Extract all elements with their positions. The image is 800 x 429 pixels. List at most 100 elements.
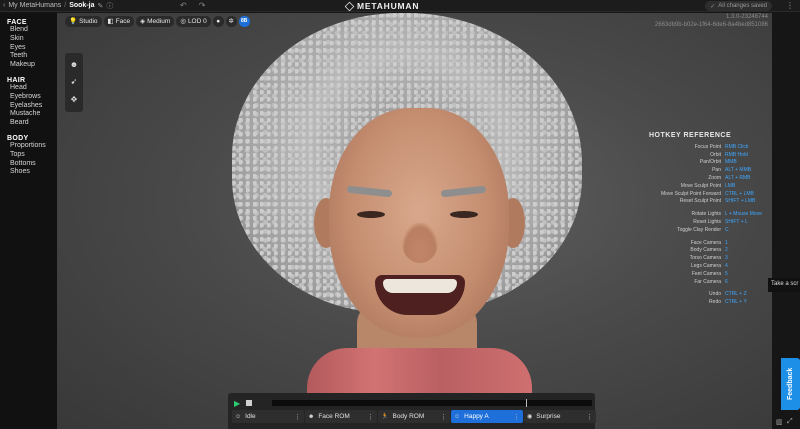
screenshot-tooltip: Take a scr bbox=[768, 278, 800, 292]
sidebar-item-shoes[interactable]: Shoes bbox=[7, 168, 57, 177]
hotkey-binding: RMB Hold bbox=[725, 151, 748, 158]
back-chevron-icon[interactable]: ‹ bbox=[3, 2, 5, 9]
lightbulb-icon: 💡 bbox=[69, 18, 78, 25]
hotkey-binding: 1 bbox=[725, 239, 728, 246]
timeline-track[interactable] bbox=[272, 399, 592, 407]
animation-tab-2[interactable]: 🏃 Body ROM ⋮ bbox=[378, 410, 450, 423]
more-options-icon[interactable]: ⋮ bbox=[513, 413, 520, 421]
hotkey-row: Legs Camera 4 bbox=[644, 263, 769, 271]
dna-toggle[interactable]: ✲ bbox=[225, 15, 237, 27]
studio-lighting-button[interactable]: 💡 Studio bbox=[65, 15, 102, 27]
dna-icon: ✲ bbox=[228, 18, 234, 25]
animation-label: Idle bbox=[245, 413, 256, 420]
hotkey-row: Reset Lights SHIFT + L bbox=[644, 219, 769, 227]
expand-icon[interactable]: ⤢ bbox=[787, 418, 793, 426]
quality-medium-button[interactable]: ◈ Medium bbox=[136, 15, 175, 27]
menu-icon[interactable]: ⋮ bbox=[786, 0, 794, 12]
hotkey-row: Pan/Orbit MMB bbox=[644, 159, 769, 167]
head-select-icon[interactable]: ☻ bbox=[70, 60, 78, 70]
undo-icon[interactable]: ↶ bbox=[180, 0, 187, 12]
happy-icon: ☺ bbox=[454, 413, 461, 420]
sidebar-item-blend[interactable]: Blend bbox=[7, 26, 57, 35]
hotkey-action: Focus Point bbox=[694, 143, 721, 150]
more-options-icon[interactable]: ⋮ bbox=[294, 413, 301, 421]
more-options-icon[interactable]: ⋮ bbox=[586, 413, 593, 421]
animation-tab-1[interactable]: ☻ Face ROM ⋮ bbox=[305, 410, 377, 423]
hotkey-action: Legs Camera bbox=[690, 262, 721, 269]
play-icon[interactable]: ▶ bbox=[234, 399, 246, 408]
hotkey-binding: CTRL + LMB bbox=[725, 190, 754, 197]
hotkey-row: Reset Sculpt Point SHIFT + LMB bbox=[644, 198, 769, 206]
hotkey-action: Undo bbox=[709, 291, 721, 298]
hotkey-binding: C bbox=[725, 226, 729, 233]
hotkey-row: Toggle Clay Render C bbox=[644, 227, 769, 235]
animation-tab-3[interactable]: ☺ Happy A ⋮ bbox=[451, 410, 523, 423]
hotkey-binding: SHIFT + L bbox=[725, 218, 748, 225]
sidebar-item-teeth[interactable]: Teeth bbox=[7, 52, 57, 61]
hotkey-binding: 6 bbox=[725, 278, 728, 285]
app-logo-text: METAHUMAN bbox=[357, 1, 420, 11]
hotkey-binding: ALT + RMB bbox=[725, 174, 751, 181]
animation-tab-0[interactable]: ☺ Idle ⋮ bbox=[232, 410, 304, 423]
lod-label: LOD 0 bbox=[187, 17, 207, 25]
playhead[interactable] bbox=[526, 399, 527, 407]
hotkey-row: Zoom ALT + RMB bbox=[644, 175, 769, 183]
clay-render-toggle[interactable]: ● bbox=[212, 15, 224, 27]
version-number: 1.3.0-23248744 bbox=[725, 14, 768, 20]
hotkey-row: Feet Camera 5 bbox=[644, 271, 769, 279]
stop-icon[interactable] bbox=[246, 400, 252, 406]
hotkey-action: Zoom bbox=[708, 174, 721, 181]
sidebar-item-skin[interactable]: Skin bbox=[7, 35, 57, 44]
quality-label: Medium bbox=[147, 17, 171, 25]
hotkey-action: Move Sculpt Point Forward bbox=[660, 190, 721, 197]
sidebar-item-makeup[interactable]: Makeup bbox=[7, 61, 57, 70]
sidebar-item-eyelashes[interactable]: Eyelashes bbox=[7, 102, 57, 111]
bar-chart-icon[interactable]: ▥ bbox=[776, 418, 783, 426]
hotkey-binding: 4 bbox=[725, 262, 728, 269]
person-icon: ☺ bbox=[235, 413, 242, 420]
feedback-button[interactable]: Feedback bbox=[781, 358, 800, 410]
version-info: 1.3.0-23248744 2663db9b-b02e-1f64-6de6-8… bbox=[655, 13, 768, 29]
sidebar-item-head[interactable]: Head bbox=[7, 84, 57, 93]
move-icon[interactable]: ✥ bbox=[71, 95, 78, 105]
more-options-icon[interactable]: ⋮ bbox=[440, 413, 447, 421]
camera-face-button[interactable]: ◧ Face bbox=[103, 15, 135, 27]
hotkey-action: Reset Sculpt Point bbox=[679, 198, 721, 205]
sidebar: FACE Blend Skin Eyes Teeth Makeup HAIR H… bbox=[0, 13, 57, 429]
hotkey-list: Focus Point RMB Click Orbit RMB Hold Pan/Orb… bbox=[644, 144, 769, 307]
edit-icon[interactable]: ✎ bbox=[98, 2, 104, 10]
lod-button[interactable]: ◎ LOD 0 bbox=[176, 15, 211, 27]
sidebar-item-tops[interactable]: Tops bbox=[7, 151, 57, 160]
hotkey-binding: L + Mouse Move bbox=[725, 211, 762, 218]
camera-face-label: Face bbox=[115, 17, 131, 25]
animation-tab-4[interactable]: ◉ Surprise ⋮ bbox=[524, 410, 596, 423]
hotkey-action: Body Camera bbox=[690, 247, 721, 254]
hotkey-row: Move Sculpt Point LMB bbox=[644, 183, 769, 191]
hotkey-row: Move Sculpt Point Forward CTRL + LMB bbox=[644, 191, 769, 199]
breadcrumb-parent[interactable]: My MetaHumans bbox=[8, 2, 61, 9]
hotkey-row: Torso Camera 3 bbox=[644, 255, 769, 263]
hotkey-binding: LMB bbox=[725, 182, 736, 189]
face-icon: ☻ bbox=[308, 413, 315, 420]
lod-icon: ◎ bbox=[180, 18, 186, 25]
sidebar-item-proportions[interactable]: Proportions bbox=[7, 142, 57, 151]
more-options-icon[interactable]: ⋮ bbox=[367, 413, 374, 421]
sidebar-item-eyebrows[interactable]: Eyebrows bbox=[7, 93, 57, 102]
sidebar-item-mustache[interactable]: Mustache bbox=[7, 110, 57, 119]
studio-label: Studio bbox=[79, 17, 98, 25]
hotkey-title: HOTKEY REFERENCE bbox=[649, 132, 732, 139]
redo-icon[interactable]: ↷ bbox=[199, 0, 206, 12]
hotkey-action: Pan bbox=[712, 167, 721, 174]
help-icon[interactable]: ⓘ bbox=[106, 1, 113, 11]
cursor-icon[interactable]: ➹ bbox=[71, 77, 78, 87]
breadcrumb-separator: / bbox=[64, 2, 67, 9]
sidebar-heading-body: BODY bbox=[7, 134, 29, 142]
render-badge-button[interactable]: 8B bbox=[238, 15, 250, 27]
hotkey-binding: RMB Click bbox=[725, 143, 749, 150]
sidebar-item-eyes[interactable]: Eyes bbox=[7, 44, 57, 53]
hotkey-action: Redo bbox=[709, 299, 721, 306]
sidebar-item-beard[interactable]: Beard bbox=[7, 119, 57, 128]
sidebar-heading-face: FACE bbox=[7, 19, 27, 26]
sidebar-item-bottoms[interactable]: Bottoms bbox=[7, 160, 57, 169]
hotkey-binding: MMB bbox=[725, 159, 737, 166]
